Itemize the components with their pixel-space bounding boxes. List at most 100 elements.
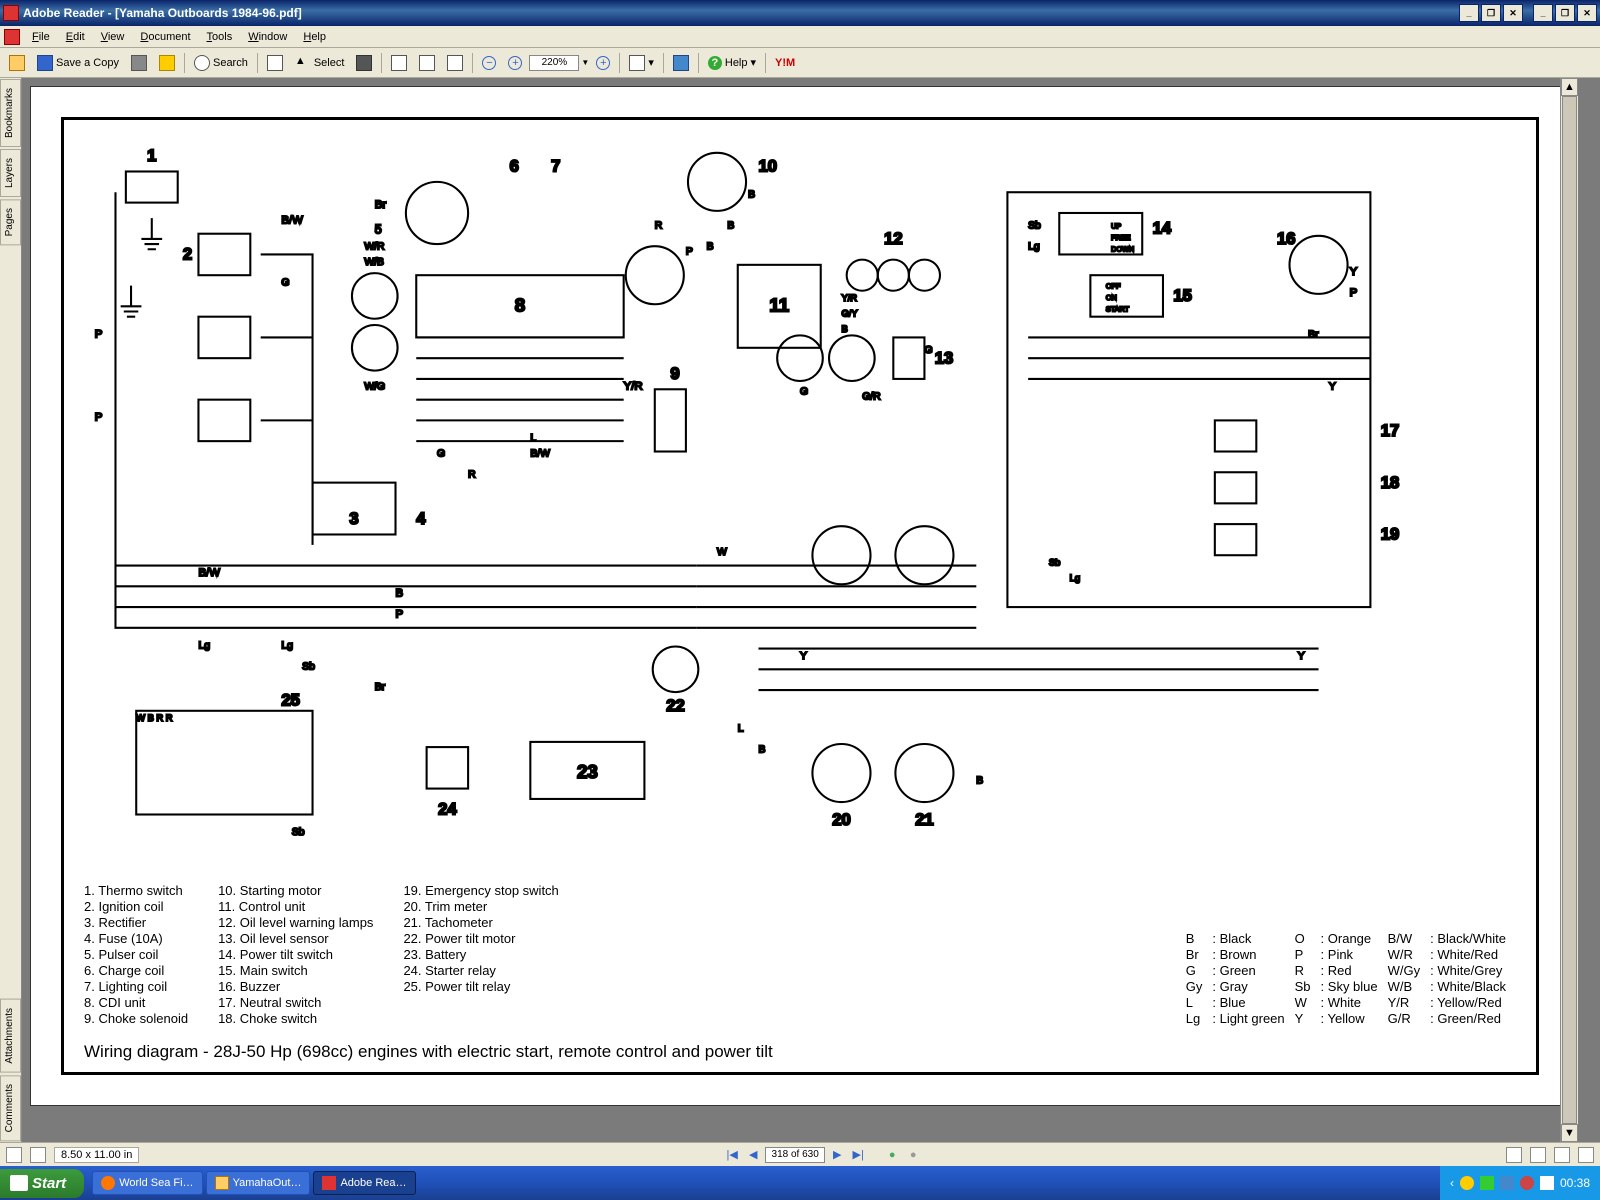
status-bar: 8.50 x 11.00 in |◀ ◀ ▶ ▶| ● ●	[0, 1142, 1600, 1166]
svg-text:P: P	[1350, 287, 1358, 299]
single-page-button[interactable]	[1506, 1147, 1522, 1163]
menu-view[interactable]: View	[93, 29, 133, 45]
legend-item-18: 18. Choke switch	[218, 1011, 373, 1026]
menu-edit[interactable]: Edit	[58, 29, 93, 45]
page-layout-icon[interactable]	[6, 1147, 22, 1163]
save-copy-button[interactable]: Save a Copy	[32, 52, 124, 74]
svg-text:B: B	[758, 744, 765, 755]
window-titlebar: Adobe Reader - [Yamaha Outboards 1984-96…	[0, 0, 1600, 26]
menu-tools[interactable]: Tools	[199, 29, 241, 45]
open-button[interactable]	[4, 52, 30, 74]
tray-icon-3[interactable]	[1500, 1176, 1514, 1190]
plus-icon-2: +	[596, 56, 610, 70]
svg-text:B: B	[841, 324, 847, 334]
camera-icon	[356, 55, 372, 71]
taskbar-item-1[interactable]: World Sea Fi…	[92, 1171, 202, 1195]
forward-view-button[interactable]: ●	[904, 1147, 922, 1163]
page-layout-icon-2[interactable]	[30, 1147, 46, 1163]
tray-chevron-icon[interactable]: ‹	[1450, 1176, 1454, 1190]
facing-button[interactable]	[1554, 1147, 1570, 1163]
zoom-in-button[interactable]: +	[503, 52, 527, 74]
wiring-diagram: 1 2 67 5 8 3 4 10 11 9 12 13	[61, 117, 1539, 1075]
clock[interactable]: 00:38	[1560, 1176, 1590, 1190]
windows-icon	[10, 1175, 28, 1191]
tab-bookmarks[interactable]: Bookmarks	[0, 79, 21, 147]
svg-text:Lg: Lg	[1070, 573, 1080, 583]
tray-icon-1[interactable]	[1460, 1176, 1474, 1190]
taskbar-item-3[interactable]: Adobe Rea…	[313, 1171, 415, 1195]
continuous-facing-button[interactable]	[1578, 1147, 1594, 1163]
menu-window[interactable]: Window	[240, 29, 295, 45]
legend-item-7: 7. Lighting coil	[84, 979, 188, 994]
zoom-actual-button[interactable]	[386, 52, 412, 74]
document-viewport[interactable]: 1 2 67 5 8 3 4 10 11 9 12 13	[22, 78, 1600, 1142]
svg-text:B/W: B/W	[530, 449, 550, 460]
select-tool-button[interactable]: ▲Select	[290, 52, 350, 74]
vertical-scrollbar[interactable]: ▲ ▼	[1560, 78, 1578, 1142]
content-area: Bookmarks Layers Pages Attachments Comme…	[0, 78, 1600, 1142]
zoom-width-button[interactable]	[442, 52, 468, 74]
email-button[interactable]	[154, 52, 180, 74]
zoom-fit-button[interactable]	[414, 52, 440, 74]
legend-item-10: 10. Starting motor	[218, 883, 373, 898]
menu-document[interactable]: Document	[132, 29, 198, 45]
ebook-button[interactable]	[668, 52, 694, 74]
rotate-button[interactable]: ▾	[624, 52, 659, 74]
zoom-out-button[interactable]: −	[477, 52, 501, 74]
legend-item-15: 15. Main switch	[218, 963, 373, 978]
hand-tool-button[interactable]	[262, 52, 288, 74]
restore-button[interactable]: ❐	[1481, 4, 1501, 22]
back-view-button[interactable]: ●	[883, 1147, 901, 1163]
svg-text:W/R: W/R	[364, 241, 384, 252]
snapshot-button[interactable]	[351, 52, 377, 74]
tray-icon-4[interactable]	[1520, 1176, 1534, 1190]
hand-icon	[267, 55, 283, 71]
scroll-up-button[interactable]: ▲	[1561, 78, 1578, 96]
tab-pages[interactable]: Pages	[0, 199, 21, 245]
help-button[interactable]: ?Help▾	[703, 52, 761, 74]
close-button[interactable]: ✕	[1503, 4, 1523, 22]
svg-text:25: 25	[281, 691, 299, 710]
prev-page-button[interactable]: ◀	[744, 1147, 762, 1163]
zoom-in-2-button[interactable]: +	[591, 52, 615, 74]
svg-text:Y: Y	[1298, 651, 1305, 662]
menu-file[interactable]: File	[24, 29, 58, 45]
next-page-button[interactable]: ▶	[828, 1147, 846, 1163]
tray-icon-2[interactable]	[1480, 1176, 1494, 1190]
page-number-input[interactable]	[765, 1147, 825, 1163]
zoom-dropdown[interactable]: ▼	[581, 58, 589, 67]
start-button[interactable]: Start	[0, 1169, 84, 1198]
first-page-button[interactable]: |◀	[723, 1147, 741, 1163]
tab-attachments[interactable]: Attachments	[0, 999, 21, 1073]
legend-item-4: 4. Fuse (10A)	[84, 931, 188, 946]
tray-icon-5[interactable]	[1540, 1176, 1554, 1190]
color-code-legend: B: BlackO: OrangeB/W: Black/WhiteBr: Bro…	[1186, 931, 1506, 1026]
doc-restore-button[interactable]: ❐	[1555, 4, 1575, 22]
continuous-button[interactable]	[1530, 1147, 1546, 1163]
svg-text:Br: Br	[1308, 329, 1319, 340]
menu-help[interactable]: Help	[295, 29, 334, 45]
windows-taskbar: Start World Sea Fi… YamahaOut… Adobe Rea…	[0, 1166, 1600, 1200]
scroll-thumb[interactable]	[1562, 96, 1577, 1124]
yahoo-button[interactable]: Y!M	[770, 52, 800, 74]
cursor-icon: ▲	[295, 55, 311, 71]
zoom-level-input[interactable]	[529, 55, 579, 71]
doc-minimize-button[interactable]: _	[1533, 4, 1553, 22]
svg-text:12: 12	[884, 229, 902, 248]
svg-text:Sb: Sb	[1028, 221, 1041, 232]
svg-text:B: B	[707, 241, 714, 252]
search-button[interactable]: Search	[189, 52, 253, 74]
legend-item-23: 23. Battery	[403, 947, 558, 962]
last-page-button[interactable]: ▶|	[849, 1147, 867, 1163]
taskbar-item-2[interactable]: YamahaOut…	[206, 1171, 311, 1195]
svg-text:G: G	[281, 278, 289, 289]
svg-text:Lg: Lg	[1028, 241, 1040, 252]
system-tray[interactable]: ‹ 00:38	[1440, 1166, 1600, 1200]
scroll-down-button[interactable]: ▼	[1561, 1124, 1578, 1142]
tab-layers[interactable]: Layers	[0, 149, 21, 197]
doc-close-button[interactable]: ✕	[1577, 4, 1597, 22]
svg-text:21: 21	[915, 810, 933, 829]
tab-comments[interactable]: Comments	[0, 1075, 21, 1141]
print-button[interactable]	[126, 52, 152, 74]
minimize-button[interactable]: _	[1459, 4, 1479, 22]
